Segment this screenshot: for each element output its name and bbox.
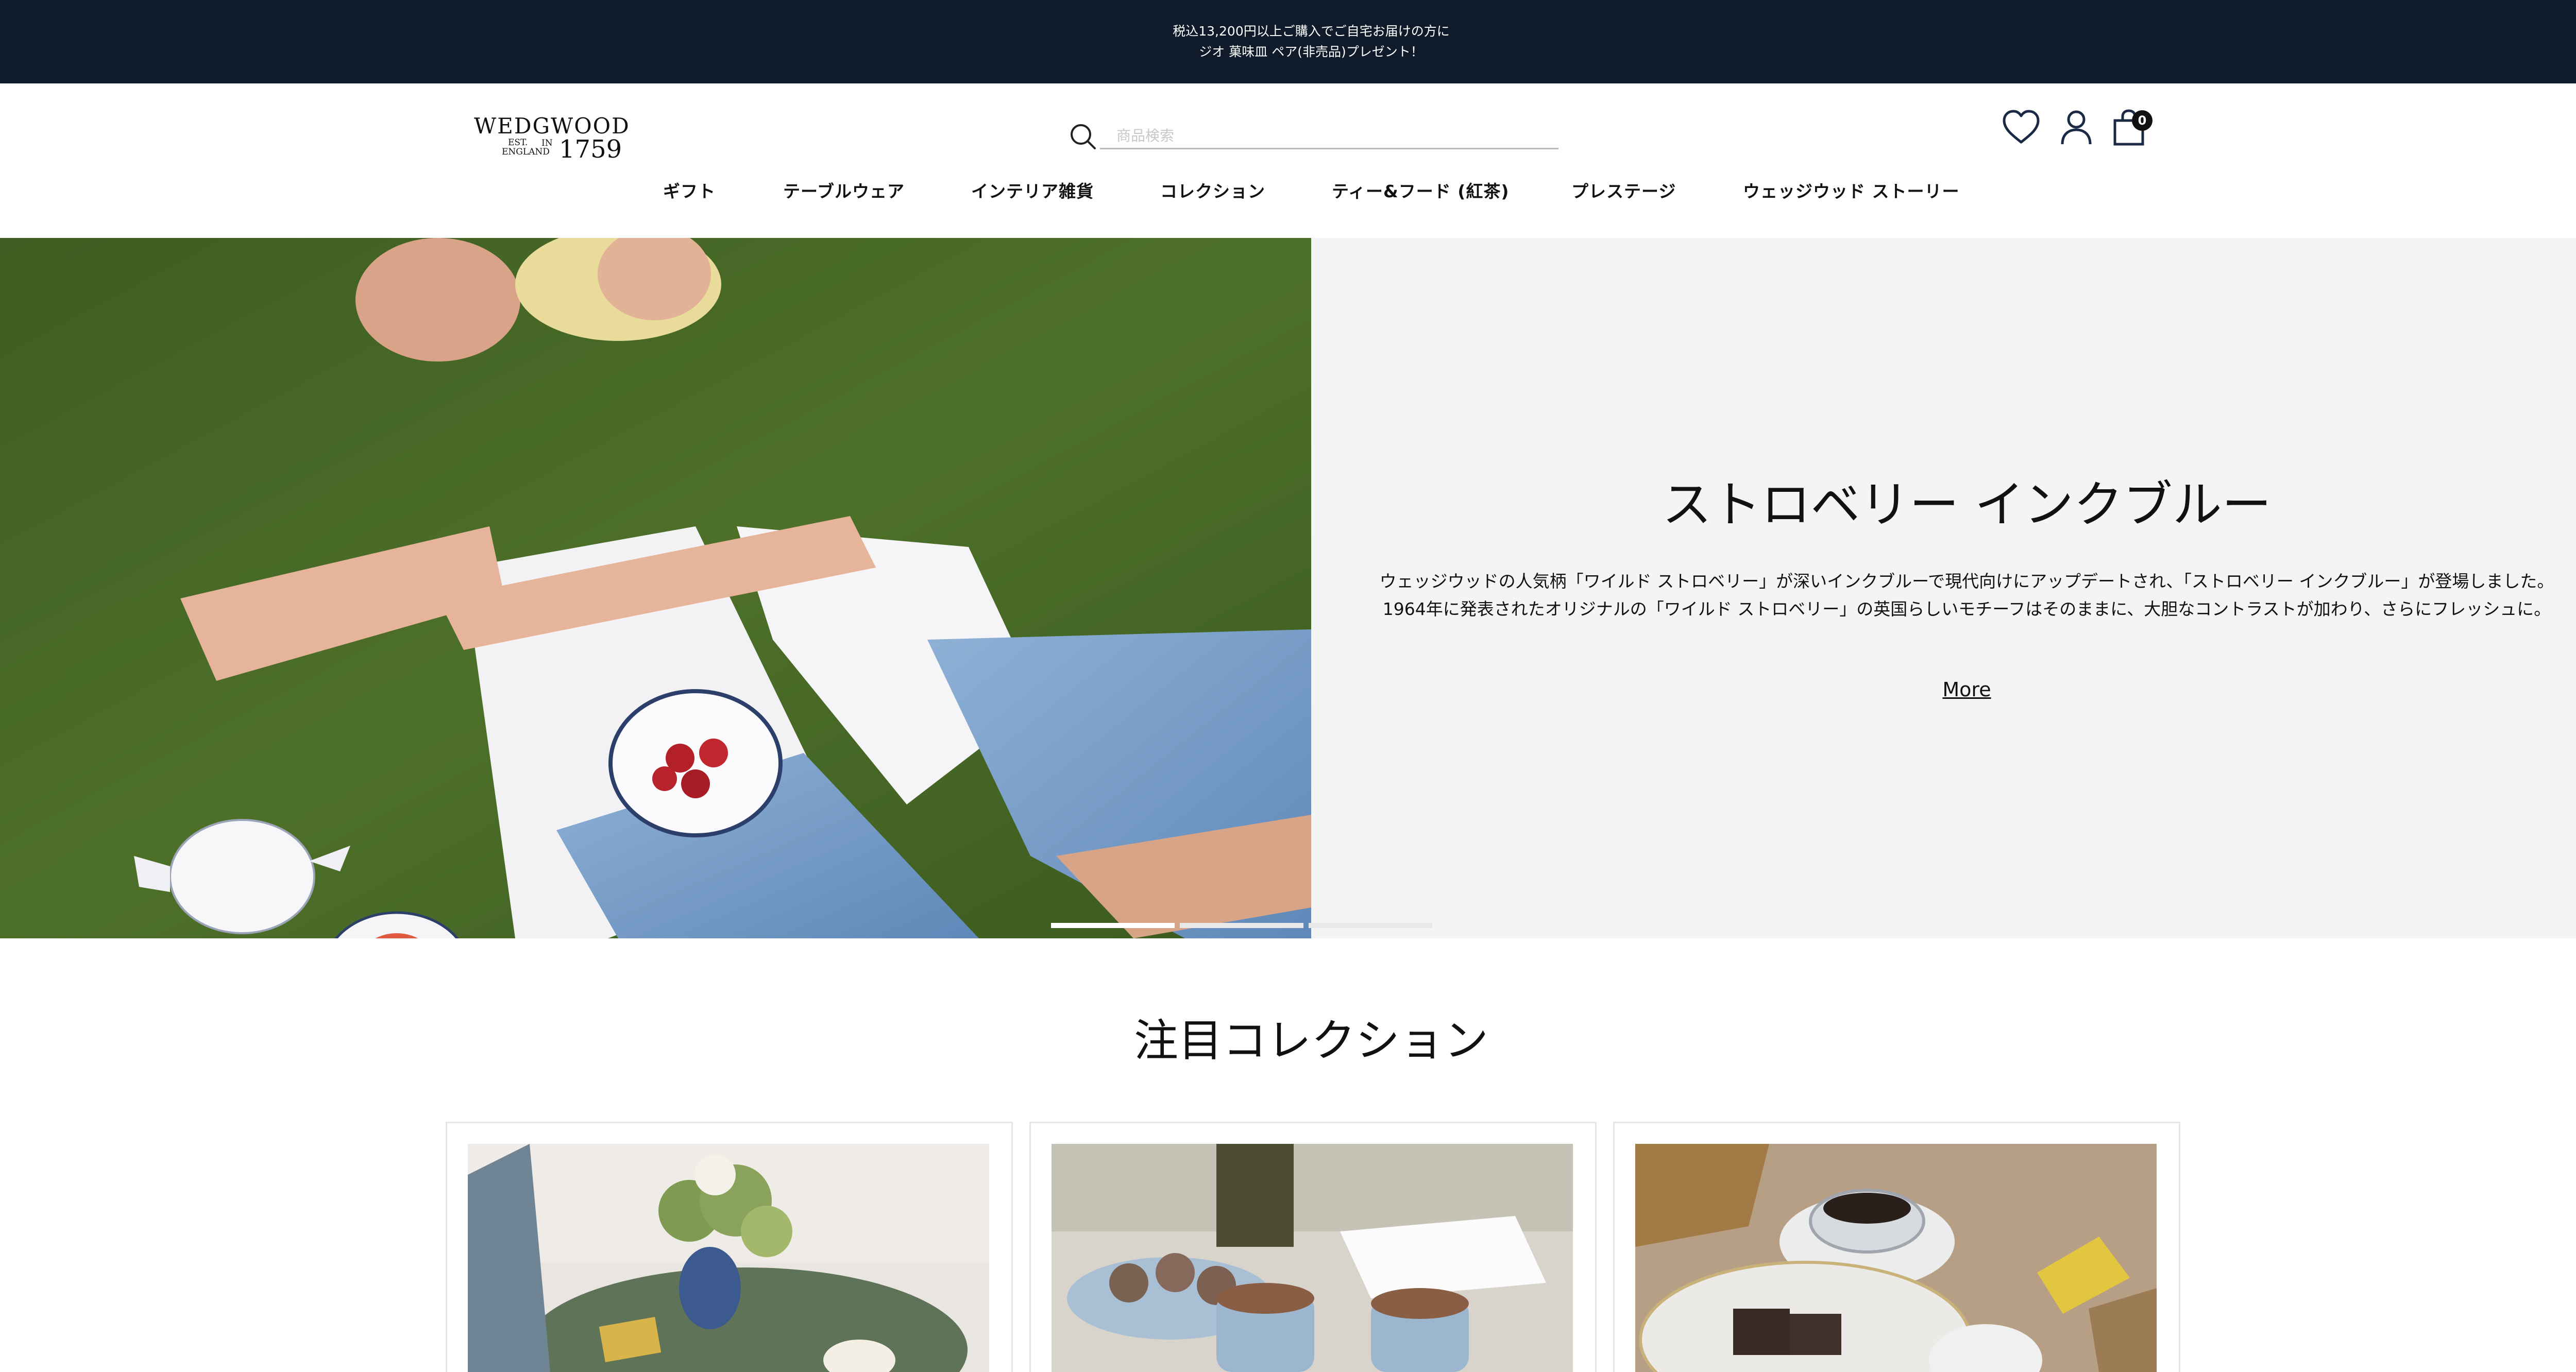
nav-item-tableware[interactable]: テーブルウェア (783, 178, 905, 202)
nav-item-interior[interactable]: インテリア雑貨 (971, 178, 1094, 202)
promo-line-1: 税込13,200円以上ご購入でご自宅お届けの方に (1173, 24, 1450, 39)
hero-title: ストロベリー インクブルー (1662, 476, 2272, 534)
nav-item-tea-food[interactable]: ティー&フード (紅茶) (1332, 178, 1509, 202)
search-bar[interactable]: 商品検索 (1069, 118, 1558, 149)
site-header: WEDGWOOD EST. ENGLAND IN 1759 商品検索 0 ギフト… (0, 83, 2576, 238)
collection-photo-2 (1052, 1144, 1573, 1372)
heart-icon[interactable] (2002, 109, 2041, 145)
logo-england-text: ENGLAND (502, 147, 550, 157)
collection-card[interactable] (1029, 1122, 1597, 1372)
collection-card-image[interactable] (1052, 1144, 1573, 1372)
search-icon[interactable] (1069, 123, 1098, 151)
hero-photo-illustration (0, 238, 1311, 938)
featured-section-title: 注目コレクション (1134, 1015, 1488, 1067)
collection-card-image[interactable] (468, 1144, 989, 1372)
hero-text-panel: ストロベリー インクブルー ウェッジウッドの人気柄「ワイルド ストロベリー」が深… (1311, 238, 2576, 938)
carousel-dot-2[interactable] (1180, 923, 1303, 928)
hero-description-line-2: 1964年に発表されたオリジナルの「ワイルド ストロベリー」の英国らしいモチーフ… (1382, 599, 2551, 619)
hero-image[interactable] (0, 238, 1311, 938)
collection-photo-3 (1635, 1144, 2157, 1372)
hero-description: ウェッジウッドの人気柄「ワイルド ストロベリー」が深いインクブルーで現代向けにア… (1311, 568, 2576, 623)
search-underline (1100, 148, 1558, 149)
logo-in: IN (541, 138, 553, 148)
nav-item-collection[interactable]: コレクション (1160, 178, 1265, 202)
nav-item-prestige[interactable]: プレステージ (1571, 178, 1676, 202)
user-icon[interactable] (2060, 109, 2093, 145)
logo-year: 1759 (559, 135, 622, 164)
collection-card[interactable] (446, 1122, 1013, 1372)
search-input[interactable]: 商品検索 (1116, 125, 1174, 145)
collection-card-image[interactable] (1635, 1144, 2157, 1372)
nav-item-story[interactable]: ウェッジウッド ストーリー (1743, 178, 1960, 202)
nav-item-gift[interactable]: ギフト (663, 178, 716, 202)
carousel-dot-1[interactable] (1051, 923, 1175, 928)
carousel-dot-3[interactable] (1309, 923, 1432, 928)
promo-banner: 税込13,200円以上ご購入でご自宅お届けの方に ジオ 菓味皿 ペア(非売品)プ… (0, 0, 2576, 83)
brand-logo[interactable]: WEDGWOOD EST. ENGLAND IN 1759 (474, 113, 629, 165)
main-nav: ギフト テーブルウェア インテリア雑貨 コレクション ティー&フード (紅茶) … (0, 178, 2576, 209)
carousel-indicators (1051, 923, 1566, 928)
hero-description-line-1: ウェッジウッドの人気柄「ワイルド ストロベリー」が深いインクブルーで現代向けにア… (1379, 571, 2554, 591)
cart-count-badge: 0 (2132, 110, 2153, 131)
collection-photo-1 (468, 1144, 989, 1372)
hero-more-link[interactable]: More (1311, 678, 2576, 701)
hero-carousel: ストロベリー インクブルー ウェッジウッドの人気柄「ワイルド ストロベリー」が深… (0, 238, 2576, 938)
collection-card[interactable] (1613, 1122, 2180, 1372)
promo-line-2: ジオ 菓味皿 ペア(非売品)プレゼント！ (1199, 44, 1423, 59)
